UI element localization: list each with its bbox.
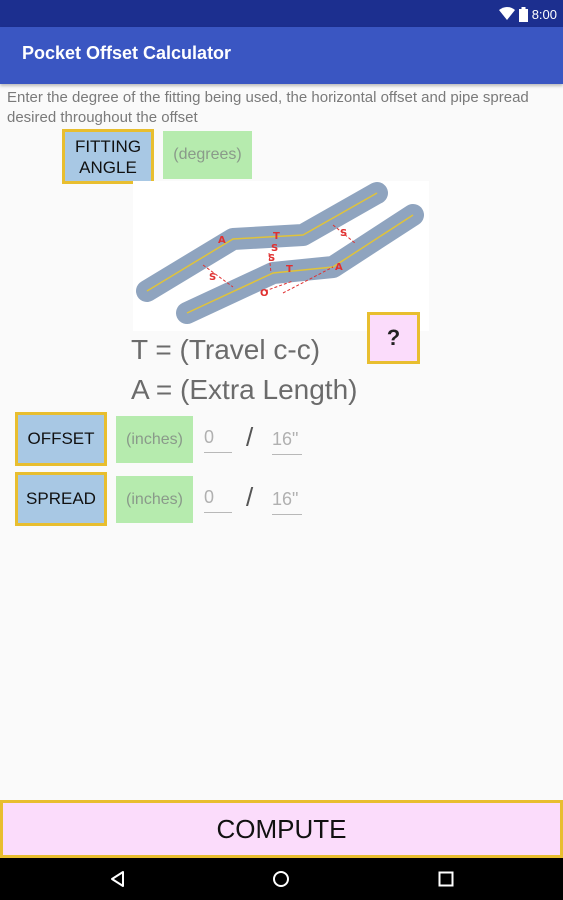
offset-numerator-placeholder: 0 [204, 427, 215, 447]
spread-numerator-input[interactable]: 0 [204, 484, 232, 513]
spread-button-label: SPREAD [26, 489, 96, 508]
battery-icon [518, 6, 528, 22]
app-bar: Pocket Offset Calculator [0, 27, 563, 84]
fitting-angle-button[interactable]: FITTING ANGLE [62, 129, 154, 184]
fitting-angle-input[interactable]: (degrees) [163, 131, 252, 179]
diagram-label-a2: A [335, 262, 343, 273]
fitting-angle-placeholder: (degrees) [173, 146, 242, 163]
compute-button-label: COMPUTE [216, 813, 347, 844]
legend-travel: T = (Travel c-c) [131, 334, 321, 365]
spread-inches-input[interactable]: (inches) [116, 476, 193, 523]
diagram-label-o: O [260, 288, 269, 299]
offset-denominator-input[interactable]: 16" [272, 426, 302, 455]
home-icon[interactable] [271, 869, 291, 889]
diagram-label-t1: T [273, 231, 280, 242]
diagram-label-s2: S [268, 253, 275, 264]
pipe-diagram-svg: A T S S S T A S O [136, 182, 424, 324]
back-icon[interactable] [108, 869, 128, 889]
recents-icon[interactable] [436, 869, 456, 889]
legend-extra-length: A = (Extra Length) [131, 374, 358, 405]
navigation-bar [0, 858, 563, 900]
fitting-angle-label-line2: ANGLE [79, 157, 137, 177]
offset-numerator-input[interactable]: 0 [204, 424, 232, 453]
status-time: 8:00 [531, 6, 557, 22]
diagram-label-t2: T [286, 264, 293, 275]
pipe-offset-diagram: A T S S S T A S O [133, 181, 429, 331]
status-bar: 8:00 [0, 0, 563, 27]
spread-button[interactable]: SPREAD [15, 472, 107, 526]
diagram-label-s3: S [340, 228, 347, 239]
help-button[interactable]: ? [367, 312, 420, 364]
offset-slash: / [246, 422, 254, 452]
spread-slash: / [246, 482, 254, 512]
fitting-angle-label-line1: FITTING [74, 136, 142, 156]
spread-numerator-placeholder: 0 [204, 487, 215, 507]
offset-button-label: OFFSET [27, 429, 95, 448]
offset-inches-input[interactable]: (inches) [116, 416, 193, 463]
offset-denominator-placeholder: 16" [272, 429, 299, 449]
app-title: Pocket Offset Calculator [22, 43, 232, 63]
spread-denominator-placeholder: 16" [272, 489, 299, 509]
offset-button[interactable]: OFFSET [15, 412, 107, 466]
offset-inches-placeholder: (inches) [126, 430, 183, 448]
compute-button[interactable]: COMPUTE [0, 800, 563, 858]
wifi-icon [498, 7, 515, 20]
diagram-label-s4: S [209, 272, 216, 283]
instructions-text: Enter the degree of the fitting being us… [7, 89, 529, 126]
help-button-label: ? [386, 325, 401, 350]
spread-inches-placeholder: (inches) [126, 490, 183, 508]
diagram-label-a1: A [218, 235, 226, 246]
spread-denominator-input[interactable]: 16" [272, 486, 302, 515]
status-icons: 8:00 [498, 3, 557, 25]
